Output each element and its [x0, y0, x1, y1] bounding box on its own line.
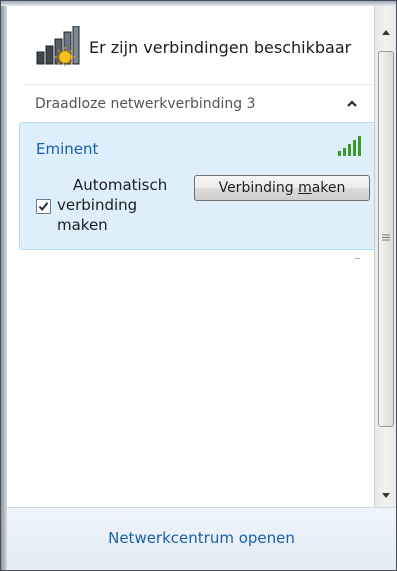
header-title: Er zijn verbindingen beschikbaar [89, 38, 352, 57]
signal-bars-icon [338, 136, 361, 156]
connect-button-mnemonic: m [298, 180, 312, 196]
network-flyout: Er zijn verbindingen beschikbaar Draadlo… [0, 0, 397, 571]
network-item-eminent[interactable]: Eminent Automatisch verbinding maken Ver… [19, 122, 376, 250]
checkmark-icon [38, 202, 49, 212]
connect-button-suffix: aken [311, 180, 346, 196]
auto-connect-option[interactable]: Automatisch verbinding maken [36, 175, 187, 248]
auto-connect-line1: Automatisch [73, 176, 168, 194]
auto-connect-line2: verbinding [57, 196, 138, 214]
scroll-down-arrow-icon[interactable] [375, 484, 397, 506]
network-signal-sun-icon [36, 26, 80, 66]
network-list-area: Er zijn verbindingen beschikbaar Draadlo… [7, 6, 376, 506]
section-wireless-connection[interactable]: Draadloze netwerkverbinding 3 [7, 86, 374, 122]
auto-connect-label[interactable]: Automatisch verbinding maken [57, 175, 187, 235]
chevron-up-icon[interactable] [344, 96, 360, 112]
connect-button-prefix: Verbinding [218, 180, 299, 196]
scrollbar-thumb[interactable] [378, 51, 394, 427]
list-resize-mark [355, 258, 360, 259]
open-network-center-link[interactable]: Netwerkcentrum openen [7, 529, 396, 547]
auto-connect-checkbox[interactable] [36, 199, 51, 214]
auto-connect-line3: maken [57, 216, 108, 234]
header: Er zijn verbindingen beschikbaar [7, 6, 374, 84]
scroll-up-arrow-icon[interactable] [375, 22, 397, 44]
scroll-grip-icon [382, 234, 390, 241]
section-label: Draadloze netwerkverbinding 3 [35, 96, 256, 112]
connect-button[interactable]: Verbinding m aken [194, 175, 370, 201]
header-divider [25, 84, 375, 85]
footer: Netwerkcentrum openen [7, 507, 396, 570]
vertical-scrollbar[interactable] [374, 6, 397, 507]
network-name: Eminent [36, 140, 99, 158]
